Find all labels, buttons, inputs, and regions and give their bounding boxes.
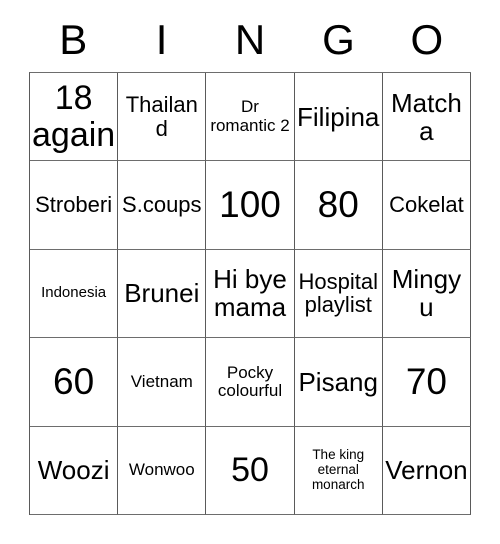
bingo-cell[interactable]: Stroberi [30, 161, 119, 250]
bingo-cell[interactable]: Pocky colourful [206, 338, 295, 427]
bingo-row: Stroberi S.coups 100 80 Cokelat [30, 161, 472, 250]
bingo-cell[interactable]: The king eternal monarch [294, 426, 383, 515]
bingo-cell-label: 100 [219, 184, 281, 226]
bingo-cell[interactable]: Vietnam [118, 338, 207, 427]
bingo-cell[interactable]: Cokelat [382, 161, 472, 250]
bingo-cell-label: Stroberi [35, 192, 113, 218]
bingo-cell-label: 18 again [32, 78, 116, 154]
bingo-cell-label: 70 [405, 360, 447, 402]
bingo-cell-label: Matcha [391, 87, 462, 146]
bingo-cell[interactable]: 70 [382, 338, 472, 427]
bingo-cell[interactable]: Thailand [118, 73, 207, 162]
bingo-cell[interactable]: 18 again [30, 73, 119, 162]
bingo-cell-label: Indonesia [41, 284, 107, 302]
header-letter-i: I [155, 16, 168, 63]
bingo-row: Woozi Wonwoo 50 The king eternal monarch… [30, 426, 472, 515]
bingo-cell[interactable]: 80 [294, 161, 383, 250]
bingo-cell-label: Hi bye mama [213, 264, 287, 323]
bingo-cell-label: Dr romantic 2 [210, 97, 290, 135]
bingo-cell-label: S.coups [122, 192, 202, 218]
bingo-cell[interactable]: 60 [30, 338, 119, 427]
bingo-cell[interactable]: S.coups [118, 161, 207, 250]
bingo-cell[interactable]: Hi bye mama [206, 249, 295, 339]
bingo-cell[interactable]: Indonesia [30, 249, 119, 339]
bingo-cell-label: Filipina [297, 101, 380, 132]
bingo-row: 18 again Thailand Dr romantic 2 Filipina… [30, 73, 472, 162]
bingo-cell[interactable]: Brunei [118, 249, 207, 339]
bingo-header: B I N G O [29, 8, 471, 72]
bingo-cell-label: Pisang [298, 366, 378, 397]
bingo-cell[interactable]: Woozi [30, 426, 119, 515]
bingo-cell-label: Vietnam [130, 371, 193, 391]
bingo-cell[interactable]: Pisang [294, 338, 383, 427]
bingo-row: 60 Vietnam Pocky colourful Pisang 70 [30, 338, 472, 427]
bingo-grid: 18 again Thailand Dr romantic 2 Filipina… [29, 72, 472, 515]
bingo-cell-label: Woozi [37, 455, 110, 486]
bingo-cell-label: Mingyu [391, 264, 462, 323]
bingo-cell-label: Hospital playlist [298, 268, 378, 318]
bingo-cell[interactable]: Mingyu [382, 249, 472, 339]
bingo-cell[interactable]: Wonwoo [118, 426, 207, 515]
bingo-cell[interactable]: 50 [206, 426, 295, 515]
bingo-cell[interactable]: 100 [206, 161, 295, 250]
bingo-cell-label: The king eternal monarch [311, 447, 365, 492]
bingo-cell[interactable]: Hospital playlist [294, 249, 383, 339]
bingo-card: B I N G O 18 again Thailand Dr romantic … [29, 8, 472, 515]
bingo-cell-label: Pocky colourful [217, 362, 283, 400]
bingo-cell-label: 50 [231, 450, 269, 489]
bingo-cell[interactable]: Filipina [294, 73, 383, 162]
header-letter-o: O [410, 16, 444, 63]
bingo-cell-label: 60 [53, 360, 95, 402]
bingo-cell-label: Cokelat [389, 192, 464, 218]
bingo-cell[interactable]: Matcha [382, 73, 472, 162]
bingo-cell-label: Brunei [124, 278, 200, 309]
bingo-cell[interactable]: Vernon [382, 426, 472, 515]
bingo-cell[interactable]: Dr romantic 2 [206, 73, 295, 162]
bingo-cell-label: Vernon [385, 455, 468, 486]
header-letter-n: N [234, 16, 266, 63]
header-letter-g: G [322, 16, 355, 63]
bingo-cell-label: 80 [317, 184, 359, 226]
bingo-cell-label: Thailand [125, 91, 198, 141]
bingo-row: Indonesia Brunei Hi bye mama Hospital pl… [30, 249, 472, 339]
header-letter-b: B [59, 16, 88, 63]
bingo-cell-label: Wonwoo [128, 460, 195, 480]
